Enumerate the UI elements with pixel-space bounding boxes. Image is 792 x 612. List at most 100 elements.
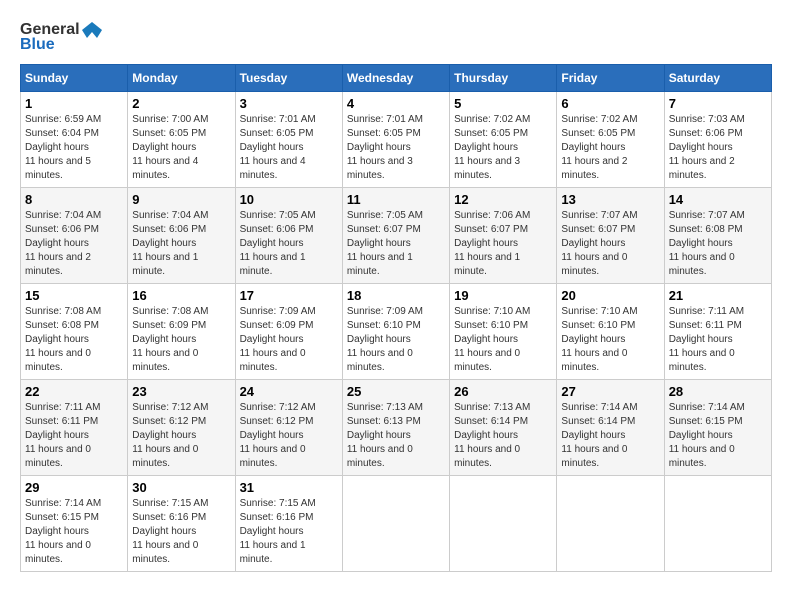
day-detail: Sunrise: 7:15 AM Sunset: 6:16 PM Dayligh… [240,497,338,567]
header-saturday: Saturday [664,65,771,92]
day-cell-11: 11 Sunrise: 7:05 AM Sunset: 6:07 PM Dayl… [342,188,449,284]
day-cell-7: 7 Sunrise: 7:03 AM Sunset: 6:06 PM Dayli… [664,92,771,188]
day-detail: Sunrise: 7:01 AM Sunset: 6:05 PM Dayligh… [347,113,445,183]
day-detail: Sunrise: 7:06 AM Sunset: 6:07 PM Dayligh… [454,209,552,279]
day-detail: Sunrise: 7:13 AM Sunset: 6:13 PM Dayligh… [347,401,445,471]
day-number: 6 [561,96,659,111]
header-monday: Monday [128,65,235,92]
day-cell-8: 8 Sunrise: 7:04 AM Sunset: 6:06 PM Dayli… [21,188,128,284]
day-number: 18 [347,288,445,303]
day-detail: Sunrise: 7:10 AM Sunset: 6:10 PM Dayligh… [454,305,552,375]
calendar-row-0: 1 Sunrise: 6:59 AM Sunset: 6:04 PM Dayli… [21,92,772,188]
day-number: 28 [669,384,767,399]
day-number: 15 [25,288,123,303]
day-detail: Sunrise: 7:05 AM Sunset: 6:07 PM Dayligh… [347,209,445,279]
day-cell-30: 30 Sunrise: 7:15 AM Sunset: 6:16 PM Dayl… [128,476,235,572]
day-cell-21: 21 Sunrise: 7:11 AM Sunset: 6:11 PM Dayl… [664,284,771,380]
day-cell-19: 19 Sunrise: 7:10 AM Sunset: 6:10 PM Dayl… [450,284,557,380]
day-cell-31: 31 Sunrise: 7:15 AM Sunset: 6:16 PM Dayl… [235,476,342,572]
day-number: 19 [454,288,552,303]
calendar-row-1: 8 Sunrise: 7:04 AM Sunset: 6:06 PM Dayli… [21,188,772,284]
day-cell-4: 4 Sunrise: 7:01 AM Sunset: 6:05 PM Dayli… [342,92,449,188]
day-number: 24 [240,384,338,399]
day-number: 1 [25,96,123,111]
day-detail: Sunrise: 7:14 AM Sunset: 6:14 PM Dayligh… [561,401,659,471]
day-number: 21 [669,288,767,303]
day-detail: Sunrise: 7:13 AM Sunset: 6:14 PM Dayligh… [454,401,552,471]
day-detail: Sunrise: 6:59 AM Sunset: 6:04 PM Dayligh… [25,113,123,183]
day-cell-26: 26 Sunrise: 7:13 AM Sunset: 6:14 PM Dayl… [450,380,557,476]
page-header: General Blue [20,20,772,54]
day-cell-9: 9 Sunrise: 7:04 AM Sunset: 6:06 PM Dayli… [128,188,235,284]
day-detail: Sunrise: 7:03 AM Sunset: 6:06 PM Dayligh… [669,113,767,183]
header-friday: Friday [557,65,664,92]
empty-cell [664,476,771,572]
day-cell-1: 1 Sunrise: 6:59 AM Sunset: 6:04 PM Dayli… [21,92,128,188]
header-sunday: Sunday [21,65,128,92]
day-detail: Sunrise: 7:10 AM Sunset: 6:10 PM Dayligh… [561,305,659,375]
logo-blue: Blue [20,36,55,54]
day-number: 7 [669,96,767,111]
day-detail: Sunrise: 7:12 AM Sunset: 6:12 PM Dayligh… [132,401,230,471]
day-number: 12 [454,192,552,207]
day-detail: Sunrise: 7:14 AM Sunset: 6:15 PM Dayligh… [25,497,123,567]
day-number: 22 [25,384,123,399]
day-number: 29 [25,480,123,495]
empty-cell [450,476,557,572]
day-detail: Sunrise: 7:02 AM Sunset: 6:05 PM Dayligh… [454,113,552,183]
day-cell-16: 16 Sunrise: 7:08 AM Sunset: 6:09 PM Dayl… [128,284,235,380]
day-detail: Sunrise: 7:02 AM Sunset: 6:05 PM Dayligh… [561,113,659,183]
day-number: 5 [454,96,552,111]
day-detail: Sunrise: 7:11 AM Sunset: 6:11 PM Dayligh… [669,305,767,375]
day-detail: Sunrise: 7:04 AM Sunset: 6:06 PM Dayligh… [25,209,123,279]
day-cell-13: 13 Sunrise: 7:07 AM Sunset: 6:07 PM Dayl… [557,188,664,284]
day-number: 3 [240,96,338,111]
calendar-row-2: 15 Sunrise: 7:08 AM Sunset: 6:08 PM Dayl… [21,284,772,380]
day-detail: Sunrise: 7:07 AM Sunset: 6:07 PM Dayligh… [561,209,659,279]
empty-cell [342,476,449,572]
logo-bird-icon [82,20,102,40]
day-detail: Sunrise: 7:09 AM Sunset: 6:09 PM Dayligh… [240,305,338,375]
day-number: 26 [454,384,552,399]
day-number: 9 [132,192,230,207]
day-detail: Sunrise: 7:08 AM Sunset: 6:09 PM Dayligh… [132,305,230,375]
day-cell-25: 25 Sunrise: 7:13 AM Sunset: 6:13 PM Dayl… [342,380,449,476]
day-number: 25 [347,384,445,399]
calendar-body: 1 Sunrise: 6:59 AM Sunset: 6:04 PM Dayli… [21,92,772,572]
day-detail: Sunrise: 7:00 AM Sunset: 6:05 PM Dayligh… [132,113,230,183]
day-number: 23 [132,384,230,399]
day-cell-3: 3 Sunrise: 7:01 AM Sunset: 6:05 PM Dayli… [235,92,342,188]
day-number: 31 [240,480,338,495]
day-cell-23: 23 Sunrise: 7:12 AM Sunset: 6:12 PM Dayl… [128,380,235,476]
day-cell-20: 20 Sunrise: 7:10 AM Sunset: 6:10 PM Dayl… [557,284,664,380]
day-detail: Sunrise: 7:04 AM Sunset: 6:06 PM Dayligh… [132,209,230,279]
day-number: 20 [561,288,659,303]
day-cell-29: 29 Sunrise: 7:14 AM Sunset: 6:15 PM Dayl… [21,476,128,572]
empty-cell [557,476,664,572]
calendar-header: SundayMondayTuesdayWednesdayThursdayFrid… [21,65,772,92]
day-cell-27: 27 Sunrise: 7:14 AM Sunset: 6:14 PM Dayl… [557,380,664,476]
logo-text-block: General Blue [20,20,102,54]
header-wednesday: Wednesday [342,65,449,92]
day-number: 10 [240,192,338,207]
day-detail: Sunrise: 7:09 AM Sunset: 6:10 PM Dayligh… [347,305,445,375]
logo: General Blue [20,20,102,54]
day-cell-2: 2 Sunrise: 7:00 AM Sunset: 6:05 PM Dayli… [128,92,235,188]
day-cell-14: 14 Sunrise: 7:07 AM Sunset: 6:08 PM Dayl… [664,188,771,284]
header-thursday: Thursday [450,65,557,92]
day-cell-15: 15 Sunrise: 7:08 AM Sunset: 6:08 PM Dayl… [21,284,128,380]
header-tuesday: Tuesday [235,65,342,92]
day-number: 27 [561,384,659,399]
day-cell-5: 5 Sunrise: 7:02 AM Sunset: 6:05 PM Dayli… [450,92,557,188]
day-number: 8 [25,192,123,207]
day-detail: Sunrise: 7:08 AM Sunset: 6:08 PM Dayligh… [25,305,123,375]
day-cell-18: 18 Sunrise: 7:09 AM Sunset: 6:10 PM Dayl… [342,284,449,380]
day-cell-17: 17 Sunrise: 7:09 AM Sunset: 6:09 PM Dayl… [235,284,342,380]
day-number: 30 [132,480,230,495]
day-detail: Sunrise: 7:15 AM Sunset: 6:16 PM Dayligh… [132,497,230,567]
calendar-row-3: 22 Sunrise: 7:11 AM Sunset: 6:11 PM Dayl… [21,380,772,476]
day-number: 17 [240,288,338,303]
day-number: 16 [132,288,230,303]
day-detail: Sunrise: 7:11 AM Sunset: 6:11 PM Dayligh… [25,401,123,471]
day-number: 4 [347,96,445,111]
